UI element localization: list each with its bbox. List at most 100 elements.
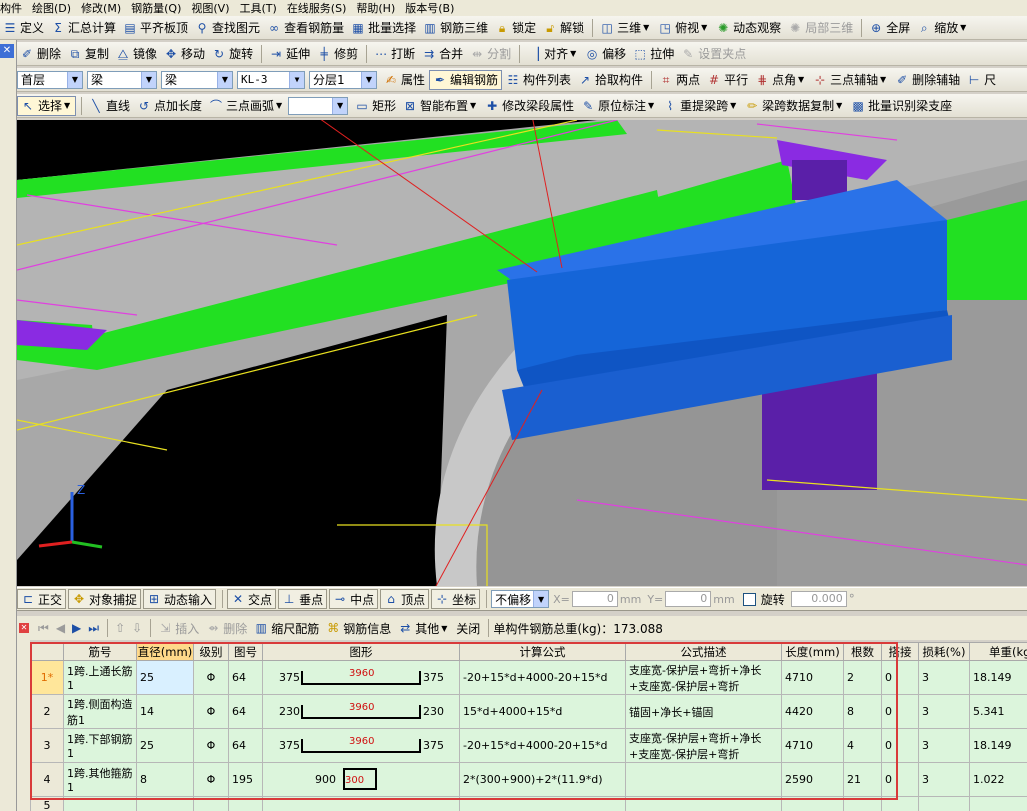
length-cell[interactable]: 4710 <box>781 660 844 695</box>
select-dropdown[interactable]: ↖ 选择 ▼ <box>17 95 77 116</box>
grade-cell[interactable]: Φ <box>193 762 229 797</box>
lap-cell[interactable]: 0 <box>881 694 919 729</box>
diameter-cell[interactable]: 25 <box>136 660 194 695</box>
menu-item[interactable]: 钢筋量(Q) <box>131 0 181 16</box>
rebar-grid[interactable]: 筋号 直径(mm) 级别 图号 图形 计算公式 公式描述 长度(mm) 根数 搭… <box>30 642 1027 811</box>
smart-layout-dropdown[interactable]: ⊠ 智能布置 ▼ <box>400 96 481 116</box>
row-number-cell[interactable]: 4 <box>30 762 64 797</box>
description-cell[interactable]: 支座宽-保护层+弯折+净长+支座宽-保护层+弯折 <box>625 728 782 763</box>
top-view-dropdown[interactable]: ◳ 俯视 ▼ <box>655 18 712 38</box>
count-cell[interactable]: 21 <box>843 762 882 797</box>
shape-cell[interactable]: 375 3960 375 <box>262 728 460 763</box>
merge-button[interactable]: ⇉ 合并 <box>419 44 466 64</box>
lap-cell[interactable]: 0 <box>881 762 919 797</box>
fullscreen-button[interactable]: ⊕ 全屏 <box>866 18 913 38</box>
header-length[interactable]: 长度(mm) <box>781 642 844 661</box>
grade-cell[interactable]: Φ <box>193 728 229 763</box>
re-extract-span-dropdown[interactable]: ⌇ 重提梁跨 ▼ <box>660 96 741 116</box>
stretch-button[interactable]: ⬚ 拉伸 <box>630 44 677 64</box>
length-cell[interactable]: 2590 <box>781 762 844 797</box>
move-down-button[interactable]: ⇩ <box>129 618 145 638</box>
delete-button[interactable]: ✐ 删除 <box>17 44 64 64</box>
break-button[interactable]: ⋯ 打断 <box>371 44 418 64</box>
unlock-button[interactable]: 🔓︎ 解锁 <box>540 18 587 38</box>
loss-cell[interactable]: 3 <box>918 728 970 763</box>
row-number-cell[interactable]: 3 <box>30 728 64 763</box>
unit-weight-cell[interactable]: 18.149 <box>969 728 1027 763</box>
split-button[interactable]: ⇹ 分割 <box>467 44 514 64</box>
row-number-cell[interactable]: 5 <box>30 796 64 811</box>
shape-cell[interactable]: 900 300 <box>262 762 460 797</box>
header-count[interactable]: 根数 <box>843 642 882 661</box>
3d-viewport[interactable]: Z <box>17 120 1027 586</box>
unit-weight-cell[interactable] <box>969 796 1027 811</box>
insert-button[interactable]: ⇲ 插入 <box>155 618 202 638</box>
rotate-button[interactable]: ↻ 旋转 <box>209 44 256 64</box>
dynamic-orbit-button[interactable]: ✺ 动态观察 <box>713 18 784 38</box>
grade-cell[interactable]: Φ <box>193 660 229 695</box>
copy-button[interactable]: ⧉ 复制 <box>65 44 112 64</box>
header-diameter[interactable]: 直径(mm) <box>136 642 194 661</box>
element-name-select[interactable]: KL-3 ▼ <box>237 70 305 89</box>
header-grade[interactable]: 级别 <box>193 642 229 661</box>
lap-cell[interactable]: 0 <box>881 660 919 695</box>
batch-identify-support-button[interactable]: ▩ 批量识别梁支座 <box>848 96 955 116</box>
element-type-select[interactable]: 梁 ▼ <box>87 70 157 89</box>
delete-axis-button[interactable]: ✐ 删除辅轴 <box>892 70 963 90</box>
local-3d-button[interactable]: ✺ 局部三维 <box>785 18 856 38</box>
description-cell[interactable] <box>625 762 782 797</box>
description-cell[interactable]: 支座宽-保护层+弯折+净长+支座宽-保护层+弯折 <box>625 660 782 695</box>
object-snap-toggle[interactable]: ✥ 对象捕捉 <box>68 589 142 609</box>
table-row[interactable]: 4 1跨.其他箍筋1 8 Φ 195 900 300 2*(300+900)+2*(11.9*… <box>30 762 1027 797</box>
offset-mode-select[interactable]: 不偏移 ▼ <box>491 590 550 608</box>
midpoint-snap[interactable]: ⊸ 中点 <box>329 589 379 609</box>
diameter-cell[interactable]: 8 <box>136 762 194 797</box>
rebar-name-cell[interactable]: 1跨.其他箍筋1 <box>63 762 137 797</box>
header-figure-no[interactable]: 图号 <box>228 642 263 661</box>
lock-button[interactable]: 🔒︎ 锁定 <box>492 18 539 38</box>
length-cell[interactable] <box>781 796 844 811</box>
loss-cell[interactable] <box>918 796 970 811</box>
table-row[interactable]: 2 1跨.侧面构造筋1 14 Φ 64 230 3960 230 15*d+4000+15*d 锚… <box>30 694 1027 729</box>
unit-weight-cell[interactable]: 5.341 <box>969 694 1027 729</box>
header-shape[interactable]: 图形 <box>262 642 460 661</box>
loss-cell[interactable]: 3 <box>918 694 970 729</box>
ortho-toggle[interactable]: ⊏ 正交 <box>17 589 67 609</box>
description-cell[interactable] <box>625 796 782 811</box>
row-number-cell[interactable]: 1* <box>30 660 64 695</box>
three-point-arc-dropdown[interactable]: ⌒ 三点画弧 ▼ <box>206 96 287 116</box>
rebar-3d-button[interactable]: ▥ 钢筋三维 <box>420 18 491 38</box>
line-button[interactable]: ╲ 直线 <box>86 96 133 116</box>
formula-cell[interactable]: -20+15*d+4000-20+15*d <box>459 660 626 695</box>
draw-mode-select[interactable]: ▼ <box>288 96 349 115</box>
rebar-name-cell[interactable] <box>63 796 137 811</box>
dimension-button[interactable]: ⊢ 尺 <box>964 70 999 90</box>
length-cell[interactable]: 4420 <box>781 694 844 729</box>
header-formula[interactable]: 计算公式 <box>459 642 626 661</box>
properties-button[interactable]: ✍ 属性 <box>381 70 428 90</box>
formula-cell[interactable]: 15*d+4000+15*d <box>459 694 626 729</box>
define-button[interactable]: ☰ 定义 <box>0 18 47 38</box>
delete-row-button[interactable]: ⇴ 删除 <box>203 618 250 638</box>
layer-select[interactable]: 分层1 ▼ <box>309 70 377 89</box>
rebar-name-cell[interactable]: 1跨.侧面构造筋1 <box>63 694 137 729</box>
shape-cell[interactable]: 230 3960 230 <box>262 694 460 729</box>
table-row[interactable]: 1* 1跨.上通长筋1 25 Φ 64 375 3960 375 -20+15*d+4000-2… <box>30 660 1027 695</box>
grade-cell[interactable] <box>193 796 229 811</box>
point-angle-dropdown[interactable]: ⋕ 点角 ▼ <box>752 70 809 90</box>
close-panel-icon[interactable]: ✕ <box>19 623 29 633</box>
rebar-name-cell[interactable]: 1跨.上通长筋1 <box>63 660 137 695</box>
move-up-button[interactable]: ⇧ <box>112 618 128 638</box>
unit-weight-cell[interactable]: 18.149 <box>969 660 1027 695</box>
shape-cell[interactable]: 375 3960 375 <box>262 660 460 695</box>
menu-item[interactable]: 版本号(B) <box>405 0 454 16</box>
table-row[interactable]: 5 <box>30 796 1027 811</box>
row-number-cell[interactable]: 2 <box>30 694 64 729</box>
rotate-checkbox[interactable] <box>742 592 756 606</box>
batch-select-button[interactable]: ▦ 批量选择 <box>348 18 419 38</box>
element-subtype-select[interactable]: 梁 ▼ <box>161 70 233 89</box>
parallel-button[interactable]: # 平行 <box>704 70 751 90</box>
offset-button[interactable]: ◎ 偏移 <box>582 44 629 64</box>
first-record-button[interactable]: ⏮ <box>35 618 52 638</box>
close-icon[interactable]: ✕ <box>0 44 14 58</box>
